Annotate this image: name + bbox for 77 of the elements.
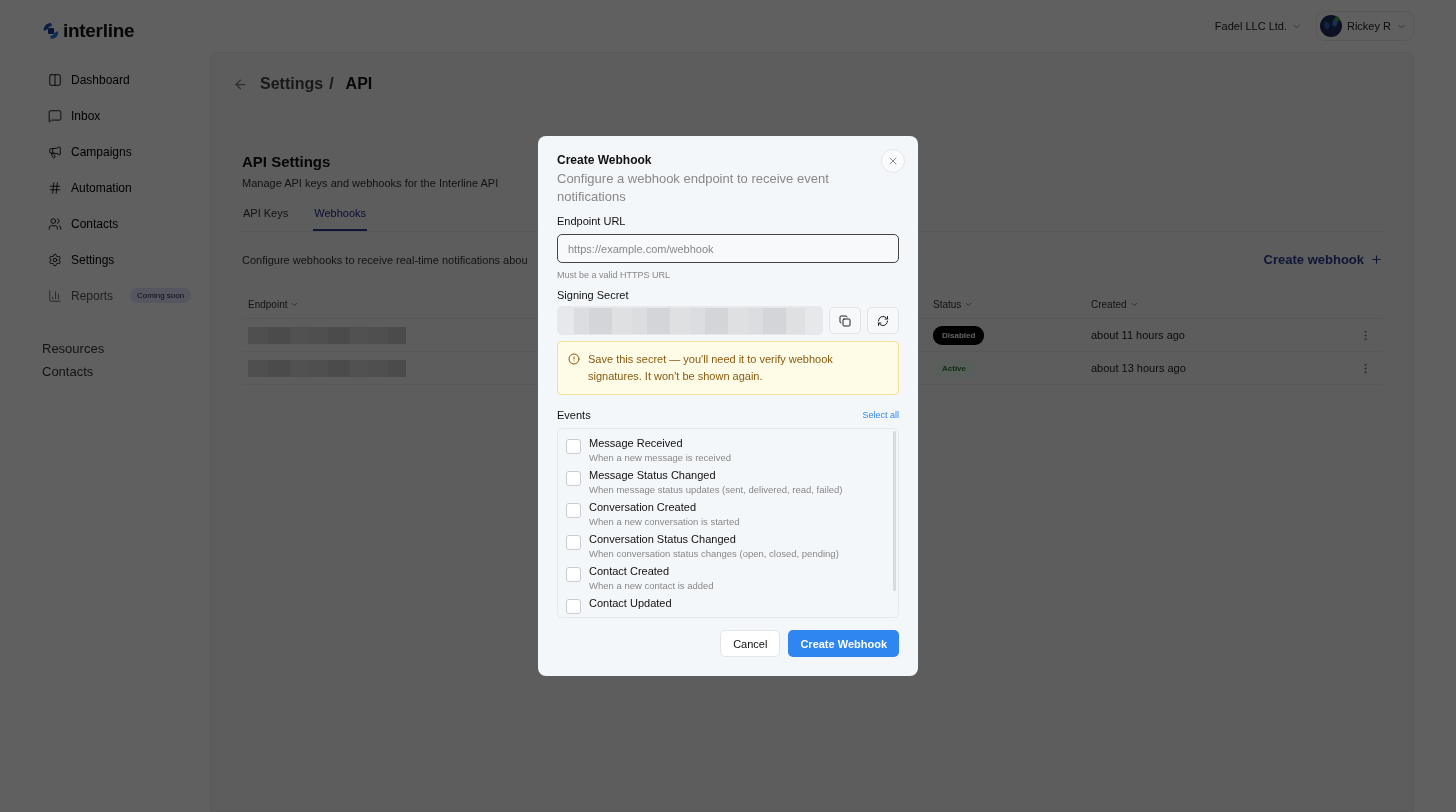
plus-icon: [1370, 253, 1383, 266]
logo-text: interline: [63, 20, 135, 42]
org-switcher[interactable]: Fadel LLC Ltd.: [1214, 20, 1302, 32]
event-description: When a new message is received: [589, 451, 732, 465]
megaphone-icon: [48, 144, 62, 159]
checkbox[interactable]: [566, 439, 581, 454]
section-title: API Settings: [242, 153, 331, 170]
breadcrumb-separator: /: [329, 75, 334, 93]
status-badge: Disabled: [933, 325, 985, 345]
tab[interactable]: Webhooks: [313, 203, 368, 231]
checkbox[interactable]: [566, 535, 581, 550]
alert-icon: [568, 353, 580, 365]
event-name: Contact Updated: [589, 596, 672, 610]
column-header[interactable]: Status: [933, 299, 962, 310]
sidebar-item[interactable]: Dashboard: [71, 72, 130, 87]
event-name: Contact Created: [589, 564, 671, 578]
field-label: Endpoint URL: [557, 215, 627, 227]
create-webhook-link[interactable]: Create webhook: [1263, 252, 1383, 267]
event-name: Conversation Status Changed: [589, 532, 737, 546]
breadcrumb-current: API: [345, 75, 373, 93]
dialog-description: Configure a webhook endpoint to receive event notifications: [557, 170, 830, 206]
back-icon[interactable]: [233, 76, 248, 92]
columns-icon: [48, 72, 62, 87]
create-webhook-button[interactable]: Create Webhook: [788, 630, 899, 657]
tab[interactable]: API Keys: [242, 203, 290, 231]
cancel-button[interactable]: Cancel: [720, 630, 781, 657]
status-badge: Active: [933, 358, 975, 378]
event-name: Message Status Changed: [589, 468, 717, 482]
checkbox[interactable]: [566, 567, 581, 582]
sidebar-item[interactable]: Inbox: [71, 108, 101, 123]
dialog-title: Create Webhook: [557, 153, 652, 167]
close-icon: [887, 155, 899, 167]
column-header[interactable]: Created: [1091, 299, 1127, 310]
event-description: When message status updates (sent, delivered, read, failed): [589, 483, 843, 497]
warning-text: Save this secret — you'll need it to verify webhook signatures. It won't be shown again.: [588, 352, 834, 384]
sidebar-item[interactable]: Settings: [71, 252, 115, 267]
sidebar-item[interactable]: Automation: [71, 180, 132, 195]
field-hint: Must be a valid HTTPS URL: [557, 270, 672, 280]
section-subtitle: Manage API keys and webhooks for the Interline API: [242, 177, 499, 189]
copy-icon: [839, 314, 851, 327]
field-label: Events: [557, 409, 591, 421]
hash-icon: [48, 180, 62, 195]
sort-icon[interactable]: [1129, 300, 1139, 309]
checkbox[interactable]: [566, 471, 581, 486]
sidebar-link[interactable]: Contacts: [42, 364, 94, 379]
breadcrumb-link[interactable]: Settings: [260, 75, 324, 93]
table-cell: about 13 hours ago: [1091, 362, 1186, 374]
sidebar-item[interactable]: Campaigns: [71, 144, 132, 159]
avatar: [1320, 15, 1342, 37]
copy-button[interactable]: [829, 307, 861, 334]
logo-icon: [42, 22, 60, 40]
sidebar-item[interactable]: Contacts: [71, 216, 119, 231]
sort-icon[interactable]: [290, 300, 300, 309]
message-icon: [48, 108, 62, 123]
event-name: Message Received: [589, 436, 684, 450]
refresh-button[interactable]: [867, 307, 899, 334]
close-button[interactable]: [881, 149, 905, 173]
sidebar-link[interactable]: Resources: [42, 341, 105, 356]
field-label: Signing Secret: [557, 289, 630, 301]
settings-icon: [48, 252, 62, 267]
coming-soon-badge: Coming soon: [130, 288, 192, 303]
checkbox[interactable]: [566, 503, 581, 518]
event-name: Conversation Created: [589, 500, 697, 514]
event-description: When conversation status changes (open, closed, pending): [589, 547, 839, 561]
select-all-link[interactable]: Select all: [862, 410, 899, 420]
users-icon: [48, 216, 62, 231]
webhooks-description: Configure webhooks to receive real-time notifications abou: [242, 253, 528, 266]
refresh-icon: [877, 314, 889, 327]
event-description: When a new conversation is started: [589, 515, 740, 529]
table-cell: about 11 hours ago: [1091, 329, 1185, 341]
checkbox[interactable]: [566, 599, 581, 614]
user-menu[interactable]: Rickey R: [1316, 11, 1414, 41]
sort-icon[interactable]: [964, 300, 974, 309]
event-description: When a new contact is added: [589, 579, 714, 593]
input-field[interactable]: https://example.com/webhook: [557, 234, 899, 263]
column-header[interactable]: Endpoint: [248, 299, 288, 310]
bar-chart-icon: [48, 288, 62, 303]
